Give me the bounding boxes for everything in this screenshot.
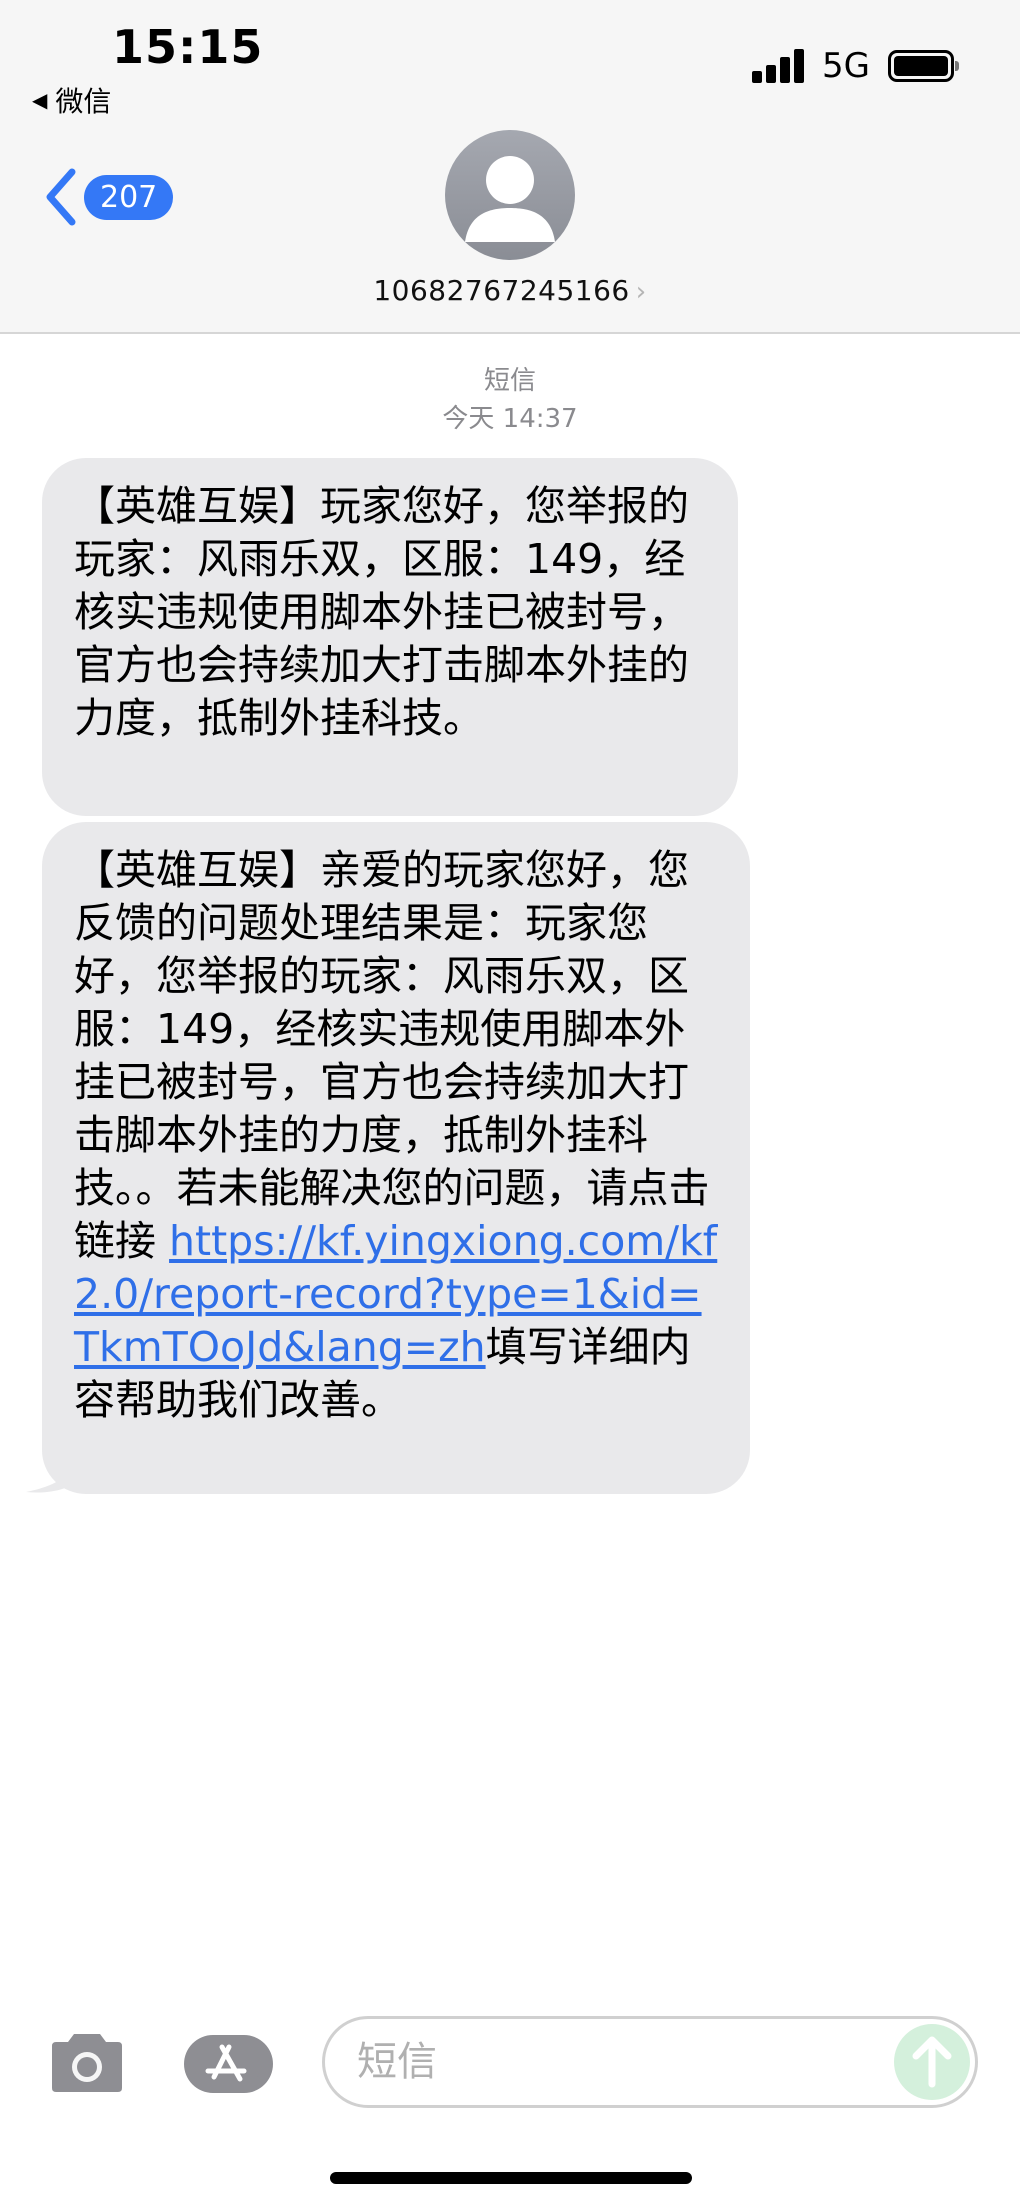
message-bubble[interactable]: 【英雄互娱】玩家您好，您举报的玩家：风雨乐双，区服：149，经核实违规使用脚本外… xyxy=(42,458,738,816)
service-label: 短信 xyxy=(483,366,536,396)
contact-number[interactable]: 10682767245166 › xyxy=(0,274,1020,307)
status-time: 15:15 xyxy=(112,20,264,74)
back-button[interactable]: 207 xyxy=(42,166,174,228)
send-arrow-icon xyxy=(912,2036,952,2088)
network-label: 5G xyxy=(822,46,870,86)
back-app-label: 微信 xyxy=(55,85,112,118)
back-chevron-icon xyxy=(46,168,76,226)
message-input-placeholder: 短信 xyxy=(357,2039,437,2085)
back-to-app-link[interactable]: ◀ 微信 xyxy=(32,80,111,120)
back-triangle-icon: ◀ xyxy=(32,88,48,112)
app-store-icon[interactable] xyxy=(182,2033,278,2095)
contact-avatar-icon[interactable] xyxy=(445,130,575,260)
home-indicator[interactable] xyxy=(330,2172,692,2184)
signal-icon xyxy=(752,49,805,83)
message-text: 【英雄互娱】亲爱的玩家您好，您反馈的问题处理结果是：玩家您好，您举报的玩家：风雨… xyxy=(74,846,710,1265)
message-bubble[interactable]: 【英雄互娱】亲爱的玩家您好，您反馈的问题处理结果是：玩家您好，您举报的玩家：风雨… xyxy=(42,822,750,1494)
chevron-right-icon: › xyxy=(635,277,647,307)
message-input[interactable]: 短信 xyxy=(322,2016,978,2108)
conversation-header: 15:15 ◀ 微信 5G 207 10682767245166 › xyxy=(0,0,1020,334)
camera-icon[interactable] xyxy=(46,2030,128,2094)
contact-number-label: 10682767245166 xyxy=(373,274,630,307)
message-timestamp: 今天 14:37 xyxy=(442,404,578,434)
unread-count-badge: 207 xyxy=(84,174,174,220)
status-indicators: 5G xyxy=(752,46,959,86)
battery-icon xyxy=(888,50,959,82)
message-text: 【英雄互娱】玩家您好，您举报的玩家：风雨乐双，区服：149，经核实违规使用脚本外… xyxy=(74,482,689,742)
send-button[interactable] xyxy=(894,2024,970,2100)
bubble-tail-icon xyxy=(26,1450,76,1493)
conversation-meta: 短信 今天 14:37 xyxy=(0,362,1020,438)
person-silhouette-icon xyxy=(465,156,555,242)
